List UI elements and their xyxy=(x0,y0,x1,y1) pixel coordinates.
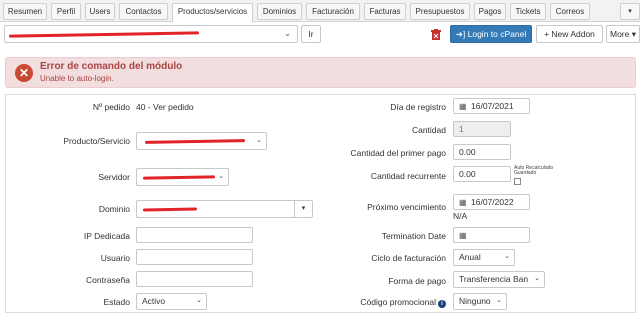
password-label: Contraseña xyxy=(86,275,130,285)
recurring-amount-label: Cantidad recurrente xyxy=(370,171,446,181)
payment-method-value: Transferencia Ban xyxy=(459,274,529,284)
chevron-down-icon: ⌄ xyxy=(218,173,224,180)
chevron-down-icon: ⌄ xyxy=(284,29,291,38)
registration-date-input[interactable]: ▦ 16/07/2021 xyxy=(453,98,530,114)
username-label: Usuario xyxy=(100,253,130,263)
tab-facturacion[interactable]: Facturación xyxy=(306,3,360,20)
termination-date-input[interactable]: ▦ xyxy=(453,227,530,243)
redacted-domain xyxy=(142,207,198,212)
chevron-down-icon: ⌄ xyxy=(256,137,262,144)
chevron-down-icon: ⌄ xyxy=(504,253,510,260)
first-payment-label: Cantidad del primer pago xyxy=(350,148,446,158)
tab-more-dropdown[interactable]: ▾ xyxy=(620,3,640,20)
auto-recalc-saved-label: Guardado xyxy=(514,170,537,176)
status-select[interactable]: Activo ⌄ xyxy=(136,293,207,310)
quantity-value: 1 xyxy=(459,124,464,134)
promo-code-label-text: Código promocional xyxy=(360,297,436,307)
calendar-icon: ▦ xyxy=(459,198,467,207)
tab-correos[interactable]: Correos xyxy=(550,3,590,20)
username-input[interactable] xyxy=(136,249,253,265)
first-payment-input[interactable]: 0.00 xyxy=(453,144,511,160)
tab-productos-servicios[interactable]: Productos/servicios xyxy=(172,3,253,22)
error-alert: ✕ Error de comando del módulo Unable to … xyxy=(5,57,636,88)
calendar-icon: ▦ xyxy=(459,231,467,240)
payment-method-label: Forma de pago xyxy=(388,276,446,286)
tab-presupuestos[interactable]: Presupuestos xyxy=(410,3,470,20)
redacted-client-name xyxy=(8,31,200,38)
tab-pagos[interactable]: Pagos xyxy=(474,3,506,20)
chevron-down-icon: ⌄ xyxy=(496,297,502,304)
payment-method-select[interactable]: Transferencia Ban ⌄ xyxy=(453,271,545,288)
tab-perfil[interactable]: Perfil xyxy=(51,3,81,20)
tab-tickets[interactable]: Tickets xyxy=(510,3,546,20)
client-select[interactable]: ⌄ xyxy=(4,25,298,43)
billing-cycle-select[interactable]: Anual ⌄ xyxy=(453,249,515,266)
go-button[interactable]: Ir xyxy=(301,25,321,43)
billing-cycle-label: Ciclo de facturación xyxy=(371,253,446,263)
delete-icon[interactable] xyxy=(431,29,441,40)
redacted-server xyxy=(142,175,216,180)
product-label: Producto/Servicio xyxy=(63,136,130,146)
status-label: Estado xyxy=(103,297,130,307)
login-cpanel-label: Login to cPanel xyxy=(467,29,527,39)
dedicated-ip-label: IP Dedicada xyxy=(83,231,130,241)
registration-date-value: 16/07/2021 xyxy=(471,101,514,111)
more-button[interactable]: More ▾ xyxy=(606,25,640,43)
info-icon[interactable]: i xyxy=(438,300,446,308)
domain-dropdown-toggle[interactable]: ▾ xyxy=(294,201,312,217)
next-due-label: Próximo vencimiento xyxy=(367,202,446,212)
alert-message: Unable to auto-login. xyxy=(40,74,114,83)
promo-code-select[interactable]: Ninguno ⌄ xyxy=(453,293,507,310)
alert-title: Error de comando del módulo xyxy=(40,61,183,72)
termination-date-label: Termination Date xyxy=(381,231,446,241)
server-select[interactable]: ⌄ xyxy=(136,168,229,186)
recurring-amount-input[interactable]: 0.00 xyxy=(453,166,511,182)
next-due-value: 16/07/2022 xyxy=(471,197,514,207)
quantity-label: Cantidad xyxy=(411,125,446,135)
tab-dominios[interactable]: Dominios xyxy=(257,3,302,20)
order-id-link[interactable]: 40 - Ver pedido xyxy=(136,102,194,112)
quantity-input: 1 xyxy=(453,121,511,137)
auto-recalc-checkbox[interactable] xyxy=(514,178,521,185)
promo-code-label: Código promocional i xyxy=(330,297,446,308)
status-value: Activo xyxy=(142,296,166,306)
server-label: Servidor xyxy=(98,172,130,182)
billing-cycle-value: Anual xyxy=(459,252,481,262)
new-addon-button[interactable]: + New Addon xyxy=(536,25,603,43)
next-due-note: N/A xyxy=(453,211,468,221)
chevron-down-icon: ⌄ xyxy=(196,297,202,304)
tab-resumen[interactable]: Resumen xyxy=(3,3,47,20)
tab-contactos[interactable]: Contactos xyxy=(119,3,168,20)
tab-facturas[interactable]: Facturas xyxy=(364,3,406,20)
dedicated-ip-input[interactable] xyxy=(136,227,253,243)
registration-date-label: Día de registro xyxy=(390,102,446,112)
order-id-label: Nº pedido xyxy=(92,102,130,112)
product-select[interactable]: ⌄ xyxy=(136,132,267,150)
first-payment-value: 0.00 xyxy=(459,147,476,157)
calendar-icon: ▦ xyxy=(459,102,467,111)
password-input[interactable] xyxy=(136,271,253,287)
promo-code-value: Ninguno xyxy=(459,296,491,306)
chevron-down-icon: ⌄ xyxy=(534,275,540,282)
login-cpanel-button[interactable]: ➜] Login to cPanel xyxy=(450,25,532,43)
tab-bar: Resumen Perfil Users Contactos Productos… xyxy=(0,0,640,22)
login-icon: ➜] xyxy=(455,29,466,39)
redacted-product xyxy=(144,139,246,144)
error-icon: ✕ xyxy=(15,64,33,82)
domain-input[interactable]: ▾ xyxy=(136,200,313,218)
next-due-input[interactable]: ▦ 16/07/2022 xyxy=(453,194,530,210)
domain-label: Dominio xyxy=(98,204,130,214)
tab-users[interactable]: Users xyxy=(85,3,115,20)
recurring-amount-value: 0.00 xyxy=(459,169,476,179)
